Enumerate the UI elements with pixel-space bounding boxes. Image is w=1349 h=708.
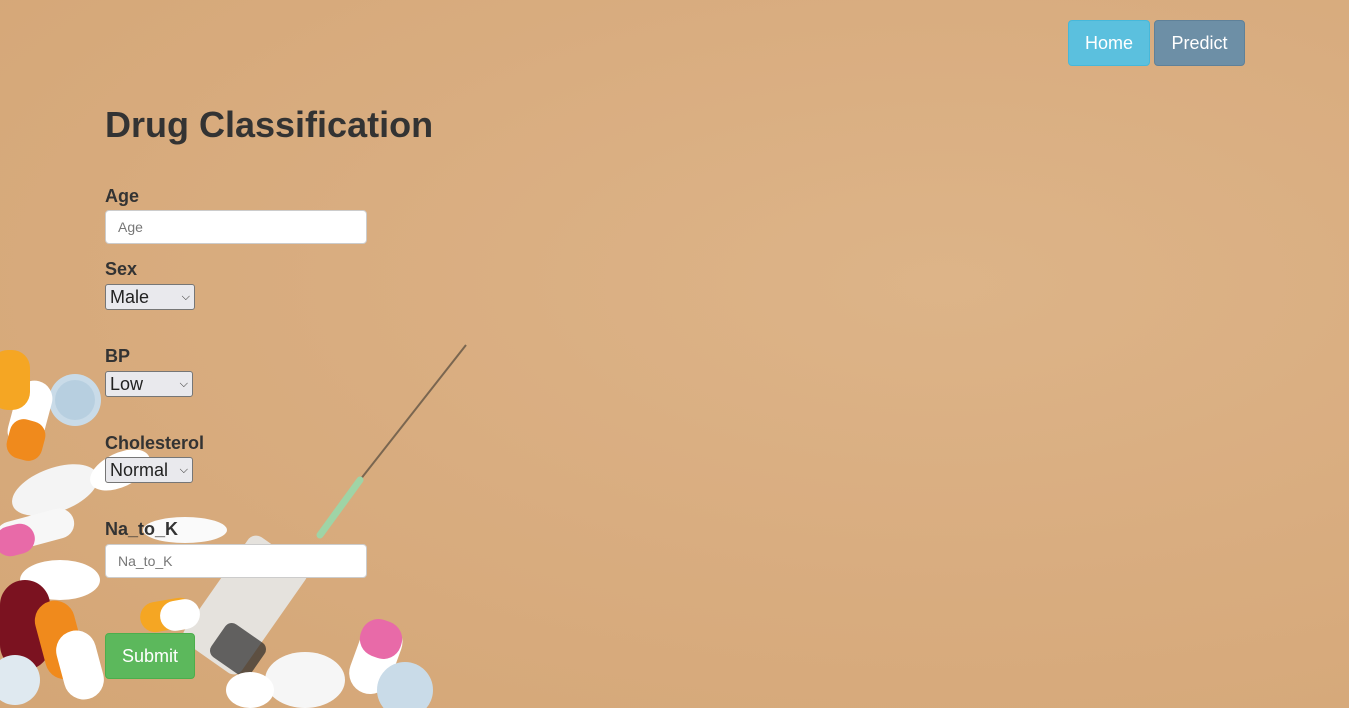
age-input[interactable]: [105, 210, 367, 244]
home-button[interactable]: Home: [1068, 20, 1150, 66]
cholesterol-label: Cholesterol: [105, 433, 205, 453]
na-to-k-input[interactable]: [105, 544, 367, 578]
cholesterol-select[interactable]: Normal ⌵: [105, 457, 193, 483]
sex-select[interactable]: Male ⌵: [105, 284, 195, 310]
sex-select-value: Male: [110, 286, 150, 307]
bp-label: BP: [105, 346, 131, 366]
chevron-down-icon: ⌵: [179, 463, 188, 476]
na-to-k-label: Na_to_K: [105, 519, 179, 539]
chevron-down-icon: ⌵: [179, 377, 188, 390]
bp-select[interactable]: Low ⌵: [105, 371, 193, 397]
top-nav: Home Predict: [1068, 20, 1245, 66]
submit-button[interactable]: Submit: [105, 633, 195, 679]
page-title: Drug Classification: [105, 104, 434, 145]
bp-select-value: Low: [110, 373, 144, 394]
chevron-down-icon: ⌵: [181, 290, 190, 303]
predict-button[interactable]: Predict: [1154, 20, 1245, 66]
cholesterol-select-value: Normal: [110, 459, 169, 480]
sex-label: Sex: [105, 259, 138, 279]
age-label: Age: [105, 186, 140, 206]
